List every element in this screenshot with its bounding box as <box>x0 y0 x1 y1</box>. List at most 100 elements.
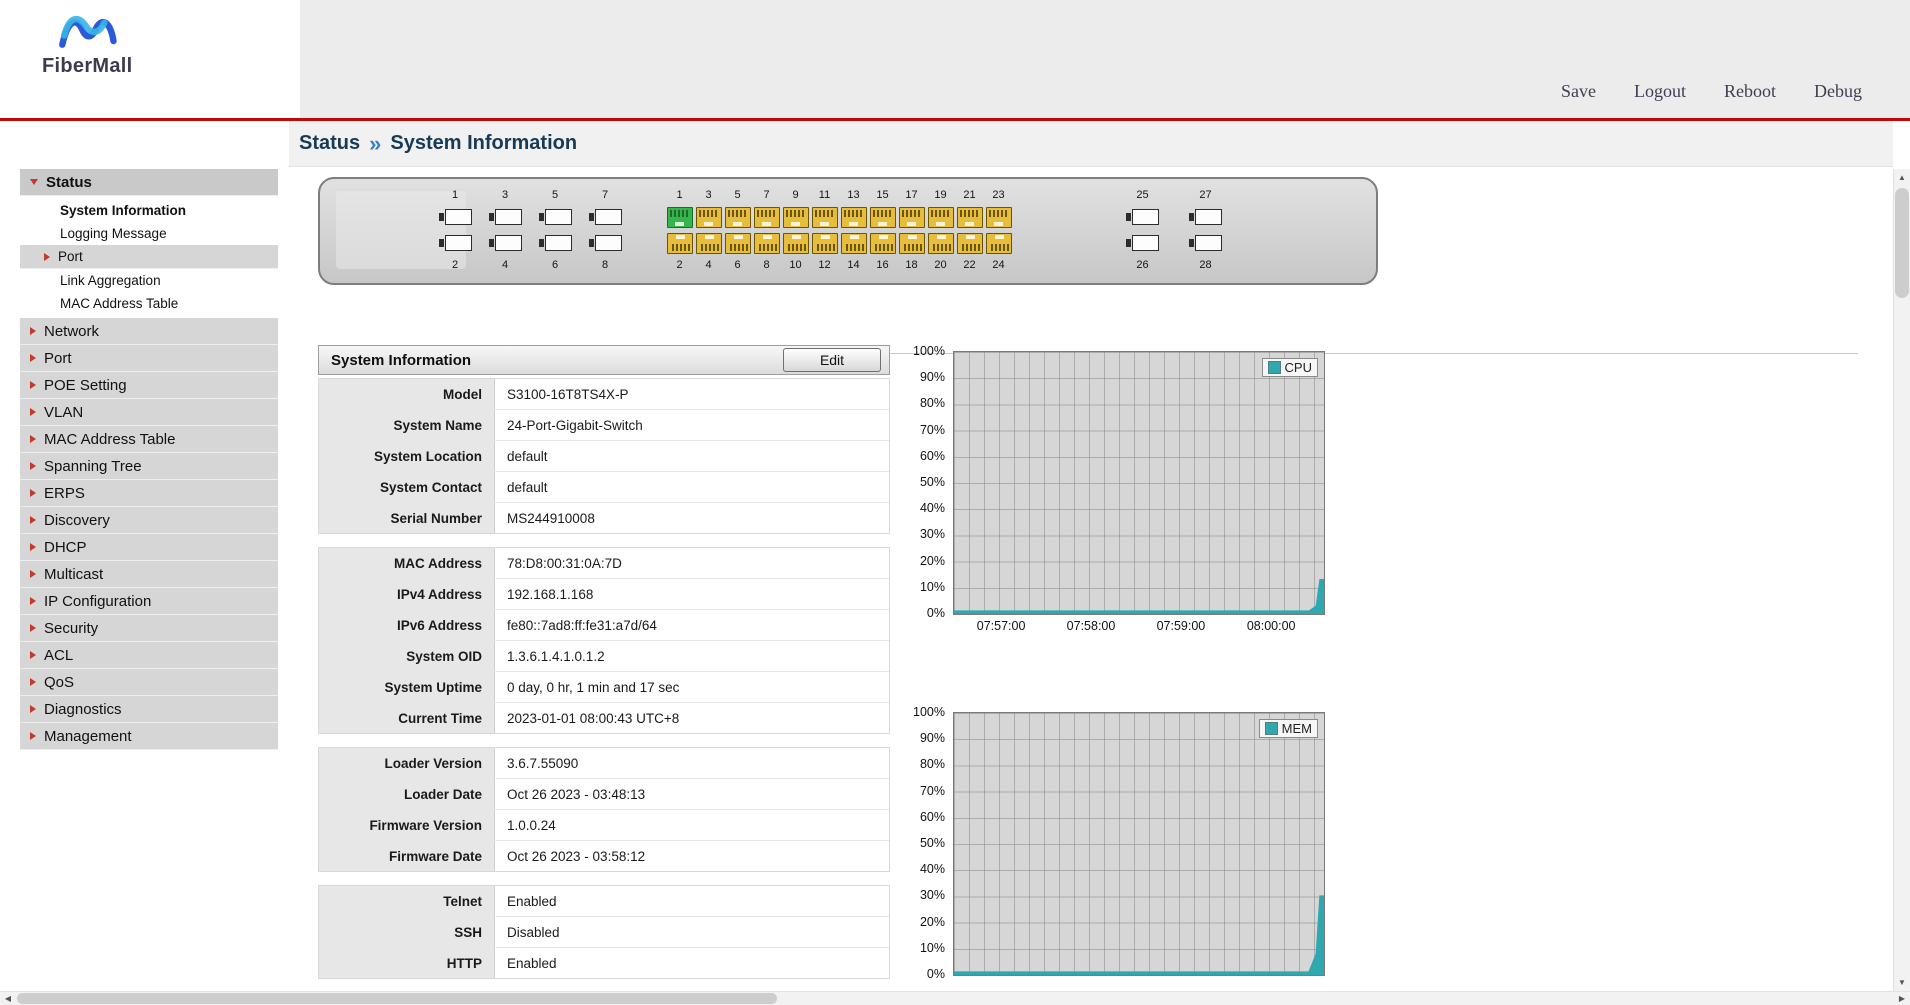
copper-port-19[interactable] <box>927 206 954 228</box>
breadcrumb-section[interactable]: Status <box>299 132 360 155</box>
scroll-down-button[interactable]: ▼ <box>1894 974 1910 991</box>
port-number-label: 3 <box>501 189 509 201</box>
copper-port-18[interactable] <box>898 232 925 254</box>
edit-button[interactable]: Edit <box>783 348 881 372</box>
scroll-up-button[interactable]: ▲ <box>1894 169 1910 186</box>
sidebar-item-qos[interactable]: QoS <box>20 669 278 696</box>
sfp-port-1[interactable] <box>438 209 472 225</box>
sfp-port-2[interactable] <box>438 235 472 251</box>
header-links: Save Logout Reboot Debug <box>1561 81 1862 102</box>
sidebar-submenu: System Information Logging Message Port Lin… <box>20 196 278 318</box>
info-label: Loader Version <box>319 748 495 778</box>
info-row-loader-date: Loader Date Oct 26 2023 - 03:48:13 <box>319 779 889 810</box>
sidebar-item-vlan[interactable]: VLAN <box>20 399 278 426</box>
sidebar-item-label: MAC Address Table <box>44 430 176 448</box>
sidebar-item-diagnostics[interactable]: Diagnostics <box>20 696 278 723</box>
sidebar-item-management[interactable]: Management <box>20 723 278 750</box>
sfp-port-5[interactable] <box>538 209 572 225</box>
port-number-row: 2 4 6 8 10 12 14 16 18 20 22 24 <box>665 258 1013 273</box>
copper-port-13[interactable] <box>840 206 867 228</box>
sidebar-item-network[interactable]: Network <box>20 318 278 345</box>
info-row-current-time: Current Time 2023-01-01 08:00:43 UTC+8 <box>319 703 889 733</box>
copper-port-21[interactable] <box>956 206 983 228</box>
sfp-port-8[interactable] <box>588 235 622 251</box>
y-tick-label: 10% <box>919 579 945 594</box>
sidebar-item-spanning-tree[interactable]: Spanning Tree <box>20 453 278 480</box>
sidebar-item-system-information[interactable]: System Information <box>20 199 278 222</box>
sidebar-item-status[interactable]: Status <box>20 169 278 196</box>
sidebar-item-security[interactable]: Security <box>20 615 278 642</box>
copper-port-20[interactable] <box>927 232 954 254</box>
copper-port-22[interactable] <box>956 232 983 254</box>
copper-port-23[interactable] <box>985 206 1012 228</box>
sfp-port-25[interactable] <box>1126 209 1159 225</box>
info-label: SSH <box>319 917 495 947</box>
vertical-scrollbar[interactable]: ▲ ▼ <box>1893 169 1910 991</box>
port-number-label: 6 <box>734 259 741 271</box>
port-number-label: 7 <box>763 189 770 201</box>
sidebar-item-mac-address-table[interactable]: MAC Address Table <box>20 426 278 453</box>
sfp-port-27[interactable] <box>1189 209 1222 225</box>
info-row-serial-number: Serial Number MS244910008 <box>319 503 889 533</box>
sidebar-item-dhcp[interactable]: DHCP <box>20 534 278 561</box>
copper-port-15[interactable] <box>869 206 896 228</box>
port-number-label: 17 <box>905 189 918 201</box>
sidebar-item-discovery[interactable]: Discovery <box>20 507 278 534</box>
sidebar-item-label: System Information <box>60 203 187 218</box>
copper-port-14[interactable] <box>840 232 867 254</box>
info-label: Serial Number <box>319 503 495 533</box>
expand-arrow-icon <box>30 354 36 362</box>
sidebar-item-ip-configuration[interactable]: IP Configuration <box>20 588 278 615</box>
y-tick-label: 50% <box>919 836 945 850</box>
header-link-save[interactable]: Save <box>1561 81 1596 102</box>
sfp-port-3[interactable] <box>488 209 522 225</box>
copper-port-12[interactable] <box>811 232 838 254</box>
header-link-logout[interactable]: Logout <box>1634 81 1686 102</box>
x-axis-labels: 07:57:00 07:58:00 07:59:00 08:00:00 <box>953 619 1323 635</box>
horizontal-scrollbar[interactable]: ◀ ▶ <box>0 991 1910 1005</box>
vertical-scrollbar-thumb[interactable] <box>1895 188 1909 298</box>
sfp-port-28[interactable] <box>1189 235 1222 251</box>
scroll-right-button[interactable]: ▶ <box>1894 992 1910 1005</box>
horizontal-scrollbar-thumb[interactable] <box>17 993 777 1004</box>
sidebar-item-label: Logging Message <box>60 226 167 241</box>
copper-port-17[interactable] <box>898 206 925 228</box>
info-value: Disabled <box>507 924 560 940</box>
copper-port-4[interactable] <box>695 232 722 254</box>
sfp-slot <box>1132 209 1159 225</box>
copper-port-11[interactable] <box>811 206 838 228</box>
copper-port-7[interactable] <box>753 206 780 228</box>
sidebar-item-link-aggregation[interactable]: Link Aggregation <box>20 269 278 292</box>
sidebar-item-label: Status <box>46 173 92 191</box>
sidebar-item-mac-address-table[interactable]: MAC Address Table <box>20 292 278 315</box>
copper-port-24[interactable] <box>985 232 1012 254</box>
copper-port-9[interactable] <box>782 206 809 228</box>
y-tick-label: 50% <box>919 475 945 489</box>
sidebar-item-erps[interactable]: ERPS <box>20 480 278 507</box>
copper-port-1-link-up[interactable] <box>666 206 693 228</box>
sfp-port-26[interactable] <box>1126 235 1159 251</box>
sfp-port-6[interactable] <box>538 235 572 251</box>
sidebar-item-port[interactable]: Port <box>20 345 278 372</box>
copper-port-5[interactable] <box>724 206 751 228</box>
sidebar-item-port[interactable]: Port <box>20 245 278 269</box>
header-link-debug[interactable]: Debug <box>1814 81 1862 102</box>
copper-port-16[interactable] <box>869 232 896 254</box>
sidebar-item-label: IP Configuration <box>44 592 152 610</box>
sidebar-item-multicast[interactable]: Multicast <box>20 561 278 588</box>
expand-arrow-icon <box>30 381 36 389</box>
copper-port-2[interactable] <box>666 232 693 254</box>
sidebar-item-logging-message[interactable]: Logging Message <box>20 222 278 245</box>
copper-port-10[interactable] <box>782 232 809 254</box>
copper-port-8[interactable] <box>753 232 780 254</box>
sfp-port-4[interactable] <box>488 235 522 251</box>
copper-port-6[interactable] <box>724 232 751 254</box>
sfp-port-7[interactable] <box>588 209 622 225</box>
header-link-reboot[interactable]: Reboot <box>1724 81 1776 102</box>
scroll-left-button[interactable]: ◀ <box>0 992 16 1005</box>
sidebar-item-acl[interactable]: ACL <box>20 642 278 669</box>
port-row <box>430 206 630 228</box>
y-tick-label: 20% <box>919 914 945 929</box>
sidebar-item-poe-setting[interactable]: POE Setting <box>20 372 278 399</box>
copper-port-3[interactable] <box>695 206 722 228</box>
